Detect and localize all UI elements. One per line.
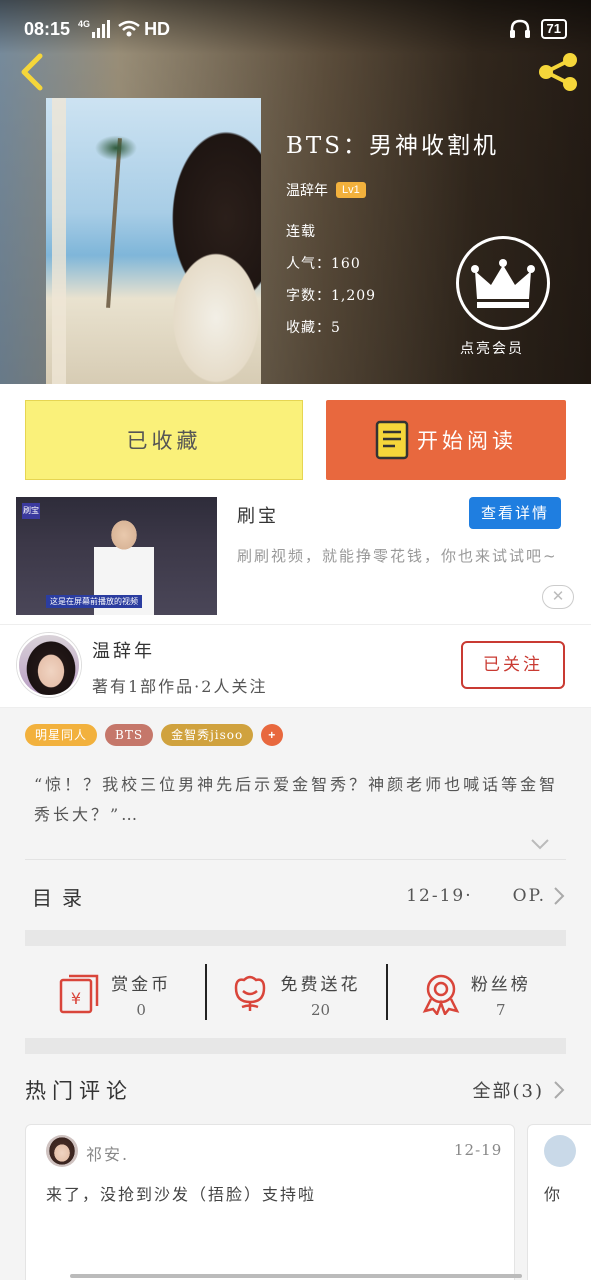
commenter-avatar[interactable] xyxy=(544,1135,576,1167)
book-cover[interactable] xyxy=(46,98,261,384)
medal-icon xyxy=(422,974,460,1015)
comment-text: 你 xyxy=(544,1185,561,1204)
comment-card[interactable]: 祁安. 12-19 来了，没抢到沙发（捂脸）支持啦 xyxy=(25,1124,515,1280)
ad-thumbnail[interactable]: 刷宝 这是在屏幕前播放的视频 xyxy=(16,497,217,615)
author-name[interactable]: 温辞年 xyxy=(92,637,155,663)
wifi-icon xyxy=(118,20,140,37)
reward-bar: ¥ 赏金币 0 免费送花 20 粉丝榜 7 xyxy=(25,950,566,1038)
ad-description: 刷刷视频，就能挣零花钱，你也来试试吧~ xyxy=(237,547,558,565)
status-time: 08:15 xyxy=(24,18,71,39)
tag-item[interactable]: 明星同人 xyxy=(25,724,98,746)
carousel-scrollbar xyxy=(70,1274,522,1278)
commenter-name[interactable]: 祁安. xyxy=(86,1141,129,1165)
ad-thumb-caption: 这是在屏幕前播放的视频 xyxy=(46,595,142,608)
section-separator xyxy=(25,930,566,946)
action-bar: 已收藏 开始阅读 xyxy=(0,384,591,494)
chevron-right-icon[interactable] xyxy=(552,1080,566,1100)
chevron-left-icon xyxy=(21,53,43,91)
reward-coins[interactable]: ¥ 赏金币 0 xyxy=(25,950,205,1038)
comment-text: 来了，没抢到沙发（捂脸）支持啦 xyxy=(46,1185,317,1204)
tag-item[interactable]: 金智秀jisoo xyxy=(161,724,254,746)
section-separator xyxy=(25,1038,566,1054)
reward-value: 0 xyxy=(136,1000,146,1019)
author-avatar[interactable] xyxy=(17,633,81,697)
tag-item[interactable]: BTS xyxy=(105,724,154,746)
commenter-avatar[interactable] xyxy=(46,1135,78,1167)
start-reading-label: 开始阅读 xyxy=(417,429,517,453)
book-hero: 08:15 4G HD 71 BTS：男神收割机 温辞年 Lv1 连载 人气：1… xyxy=(0,0,591,384)
ad-detail-button[interactable]: 查看详情 xyxy=(469,497,561,529)
reward-label: 免费送花 xyxy=(280,974,361,995)
ad-title: 刷宝 xyxy=(237,506,279,527)
ad-banner[interactable]: 刷宝 这是在屏幕前播放的视频 刷宝 查看详情 刷刷视频，就能挣零花钱，你也来试试… xyxy=(0,494,591,624)
all-comments-link[interactable]: 全部(3) xyxy=(473,1077,545,1103)
red-envelope-icon: ¥ xyxy=(59,974,99,1014)
level-badge: Lv1 xyxy=(336,182,366,198)
reward-fans[interactable]: 粉丝榜 7 xyxy=(385,950,566,1038)
hd-label: HD xyxy=(144,18,171,39)
network-type: 4G xyxy=(78,19,91,29)
toc-latest-chapter: OP. xyxy=(512,886,546,906)
author-stats: 著有1部作品·2人关注 xyxy=(92,677,268,696)
vip-button[interactable] xyxy=(456,236,550,330)
toc-latest-date: 12-19· xyxy=(406,886,473,906)
hot-comments-header: 热门评论 全部(3) xyxy=(25,1066,566,1114)
reward-label: 赏金币 xyxy=(111,974,172,995)
reward-value: 20 xyxy=(310,1000,331,1019)
hot-comments-title: 热门评论 xyxy=(25,1079,133,1103)
chevron-down-icon[interactable] xyxy=(530,834,550,854)
back-button[interactable] xyxy=(16,50,48,94)
crown-icon xyxy=(471,259,535,308)
svg-text:¥: ¥ xyxy=(71,989,81,1008)
ad-thumb-logo: 刷宝 xyxy=(22,503,40,519)
comment-date: 12-19 xyxy=(454,1141,503,1159)
share-icon xyxy=(539,53,577,91)
chevron-right-icon xyxy=(554,887,565,905)
ad-close-button[interactable]: ✕ xyxy=(542,585,574,609)
reward-flowers[interactable]: 免费送花 20 xyxy=(205,950,385,1038)
share-button[interactable] xyxy=(534,50,582,94)
book-status: 连载 xyxy=(286,224,316,240)
headphones-icon xyxy=(509,19,530,38)
divider xyxy=(25,859,566,860)
vip-label[interactable]: 点亮会员 xyxy=(460,338,524,358)
author-section: 温辞年 著有1部作品·2人关注 已关注 xyxy=(0,624,591,708)
favorite-label: 已收藏 xyxy=(126,429,202,453)
toc-label: 目录 xyxy=(32,885,92,910)
book-author[interactable]: 温辞年 xyxy=(286,180,328,200)
book-description: “惊！？我校三位男神先后示爱金智秀？神颜老师也喊话等金智秀长大？”… xyxy=(34,775,559,824)
follow-button[interactable]: 已关注 xyxy=(461,641,565,689)
comment-card[interactable]: 你 xyxy=(527,1124,591,1280)
book-title: BTS：男神收割机 xyxy=(286,133,499,159)
status-bar: 08:15 4G HD 71 xyxy=(0,0,591,58)
start-reading-button[interactable]: 开始阅读 xyxy=(326,400,566,480)
reward-value: 7 xyxy=(496,1000,506,1019)
book-icon xyxy=(375,420,409,460)
add-tag-button[interactable]: + xyxy=(261,724,284,746)
signal-icon xyxy=(92,20,111,38)
flower-icon xyxy=(235,975,266,1011)
tag-list: 明星同人 BTS 金智秀jisoo + xyxy=(25,724,284,746)
favorite-button[interactable]: 已收藏 xyxy=(25,400,303,480)
reward-label: 粉丝榜 xyxy=(470,974,531,995)
battery-indicator: 71 xyxy=(540,19,567,39)
table-of-contents-row[interactable]: 目录 12-19· OP. xyxy=(25,868,566,924)
